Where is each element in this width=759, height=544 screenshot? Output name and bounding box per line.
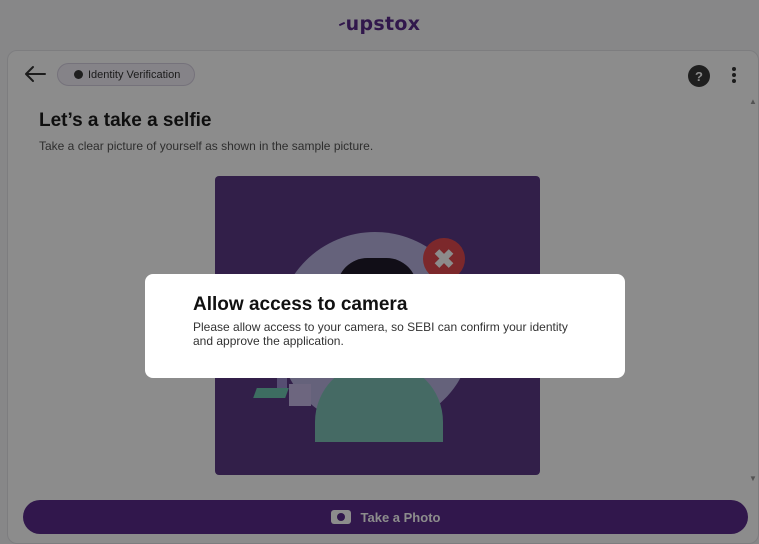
dialog-title: Allow access to camera [193,294,408,315]
modal-overlay[interactable] [0,0,759,544]
dialog-message: Please allow access to your camera, so S… [193,320,568,349]
camera-permission-dialog: Allow access to camera Please allow acce… [145,274,625,378]
